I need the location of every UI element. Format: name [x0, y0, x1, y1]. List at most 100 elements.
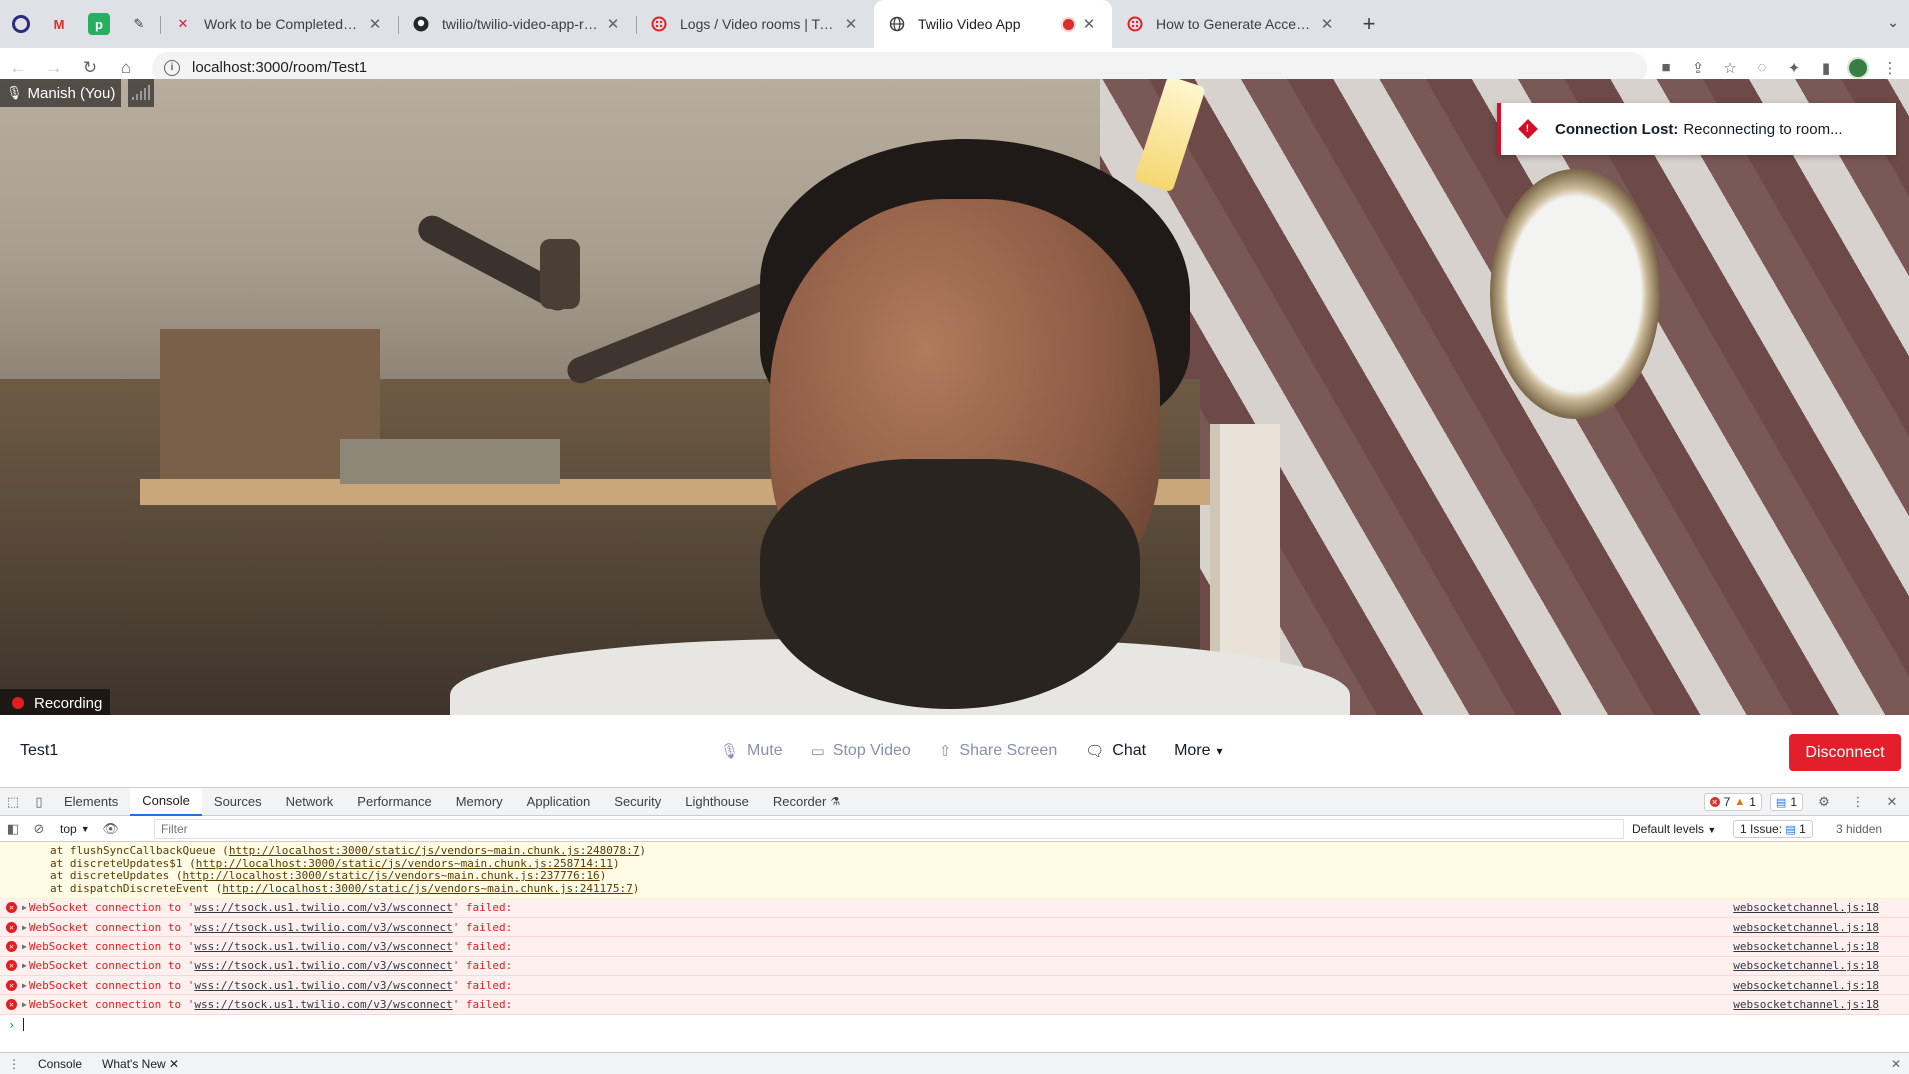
console-error-row[interactable]: ✕ ▶ WebSocket connection to ' wss://tsock.u…: [0, 956, 1909, 976]
console-error-row[interactable]: ✕ ▶ WebSocket connection to ' wss://tsock.u…: [0, 918, 1909, 938]
share-icon[interactable]: ⇪: [1687, 57, 1709, 79]
error-url[interactable]: wss://tsock.us1.twilio.com/v3/wsconnect: [194, 979, 452, 992]
video-camera-icon: ▭: [810, 743, 825, 760]
source-link[interactable]: websocketchannel.js:18: [1733, 921, 1879, 934]
close-icon[interactable]: ✕: [366, 15, 384, 33]
message-counter[interactable]: ▤ 1: [1769, 793, 1803, 811]
tab-security[interactable]: Security: [602, 788, 673, 816]
stack-link[interactable]: http://localhost:3000/static/js/vendors~…: [182, 869, 599, 883]
tab-search-chevron-icon[interactable]: ⌄: [1887, 14, 1899, 31]
error-suffix: ' failed:: [452, 920, 513, 934]
expand-triangle-icon[interactable]: ▶: [22, 923, 27, 932]
gmail-icon[interactable]: M: [48, 13, 70, 35]
tab-title: How to Generate Access Token: [1156, 16, 1312, 32]
profile-avatar[interactable]: [1847, 56, 1869, 79]
error-url[interactable]: wss://tsock.us1.twilio.com/v3/wsconnect: [194, 901, 452, 914]
close-icon[interactable]: ✕: [604, 15, 622, 33]
close-icon[interactable]: ✕: [169, 1057, 179, 1071]
inspect-element-icon[interactable]: ⬚: [0, 788, 26, 816]
expand-triangle-icon[interactable]: ▶: [22, 1000, 27, 1009]
stack-link[interactable]: http://localhost:3000/static/js/vendors~…: [229, 844, 640, 857]
tab-recorder[interactable]: Recorder ⚗: [761, 788, 852, 816]
sidebar-toggle-icon[interactable]: ◧: [0, 815, 26, 843]
browser-tab-active[interactable]: Twilio Video App ✕: [874, 0, 1112, 48]
live-expression-eye-icon[interactable]: 👁︎: [98, 815, 124, 843]
error-url[interactable]: wss://tsock.us1.twilio.com/v3/wsconnect: [194, 940, 452, 953]
console-error-row[interactable]: ✕ ▶ WebSocket connection to ' wss://tsock.u…: [0, 898, 1909, 919]
share-screen-button[interactable]: ⇧ Share Screen: [925, 742, 1071, 760]
site-info-icon[interactable]: i: [164, 59, 180, 76]
expand-triangle-icon[interactable]: ▶: [22, 903, 27, 912]
more-options-icon[interactable]: ⋮: [1845, 788, 1871, 816]
settings-gear-icon[interactable]: ⚙: [1811, 788, 1837, 816]
console-error-row[interactable]: ✕ ▶ WebSocket connection to ' wss://tsock.u…: [0, 995, 1909, 1015]
expand-triangle-icon[interactable]: ▶: [22, 942, 27, 951]
browser-tab[interactable]: twilio/twilio-video-app-react: A ✕: [398, 0, 636, 48]
p-app-icon[interactable]: p: [88, 13, 110, 35]
console-filter-input[interactable]: [154, 818, 1624, 839]
tab-elements[interactable]: Elements: [52, 788, 130, 816]
tab-application[interactable]: Application: [515, 788, 603, 816]
drawer-menu-icon[interactable]: ⋮: [0, 1057, 28, 1071]
close-drawer-icon[interactable]: ✕: [1891, 1057, 1901, 1071]
tab-network[interactable]: Network: [274, 788, 346, 816]
error-url[interactable]: wss://tsock.us1.twilio.com/v3/wsconnect: [194, 959, 452, 972]
issues-button[interactable]: 1 Issue: ▤ 1: [1733, 819, 1813, 838]
more-menu-button[interactable]: More ▾: [1160, 742, 1236, 760]
source-link[interactable]: websocketchannel.js:18: [1733, 940, 1879, 953]
console-error-row[interactable]: ✕ ▶ WebSocket connection to ' wss://tsock.u…: [0, 937, 1909, 957]
source-link[interactable]: websocketchannel.js:18: [1733, 959, 1879, 972]
stop-video-button[interactable]: ▭ Stop Video: [797, 742, 925, 760]
close-icon[interactable]: ✕: [842, 15, 860, 33]
error-suffix: ' failed:: [452, 940, 513, 954]
stack-frame: at dispatchDiscreteEvent (: [50, 882, 223, 896]
browser-tab[interactable]: Logs / Video rooms | Twilio ✕: [636, 0, 874, 48]
tab-lighthouse[interactable]: Lighthouse: [673, 788, 761, 816]
tab-performance[interactable]: Performance: [345, 788, 443, 816]
close-icon[interactable]: ✕: [1318, 15, 1336, 33]
drawer-tab-whats-new[interactable]: What's New ✕: [92, 1057, 189, 1071]
stack-link[interactable]: http://localhost:3000/static/js/vendors~…: [222, 882, 633, 895]
mute-button[interactable]: 🎙︎ Mute: [706, 742, 797, 760]
stack-link[interactable]: http://localhost:3000/static/js/vendors~…: [196, 857, 613, 870]
new-tab-button[interactable]: +: [1350, 0, 1388, 48]
opera-icon[interactable]: [12, 15, 30, 33]
side-panel-icon[interactable]: ▮: [1815, 57, 1837, 79]
context-selector[interactable]: top ▼: [52, 822, 98, 836]
chat-button[interactable]: 🗨︎ Chat: [1071, 742, 1160, 760]
browser-tab[interactable]: ✕ Work to be Completed during G ✕: [160, 0, 398, 48]
browser-tab[interactable]: How to Generate Access Token ✕: [1112, 0, 1350, 48]
browser-menu-icon[interactable]: ⋮: [1879, 57, 1901, 79]
source-link[interactable]: websocketchannel.js:18: [1733, 979, 1879, 992]
recorder-label: Recorder: [772, 794, 827, 809]
disconnect-button[interactable]: Disconnect: [1789, 734, 1901, 771]
bookmark-star-icon[interactable]: ☆: [1719, 57, 1741, 79]
close-devtools-icon[interactable]: ✕: [1879, 788, 1905, 816]
close-icon[interactable]: ✕: [1080, 15, 1098, 33]
camera-icon[interactable]: ■: [1655, 57, 1677, 79]
issues-label: 1 Issue:: [1740, 821, 1783, 836]
clear-console-icon[interactable]: ⊘: [26, 815, 52, 843]
expand-triangle-icon[interactable]: ▶: [22, 961, 27, 970]
drawer-tab-console[interactable]: Console: [28, 1057, 92, 1071]
extensions-puzzle-icon[interactable]: ✦: [1783, 57, 1805, 79]
stop-video-label: Stop Video: [832, 742, 911, 759]
extension-circle-icon[interactable]: ◌: [1751, 57, 1773, 79]
source-link[interactable]: websocketchannel.js:18: [1733, 901, 1879, 914]
error-url[interactable]: wss://tsock.us1.twilio.com/v3/wsconnect: [194, 921, 452, 934]
tab-sources[interactable]: Sources: [202, 788, 274, 816]
toast-title: Connection Lost:: [1555, 120, 1679, 138]
error-url[interactable]: wss://tsock.us1.twilio.com/v3/wsconnect: [194, 998, 452, 1011]
tab-memory[interactable]: Memory: [444, 788, 515, 816]
share-screen-label: Share Screen: [959, 742, 1058, 759]
context-label: top: [60, 821, 77, 836]
source-link[interactable]: websocketchannel.js:18: [1733, 998, 1879, 1011]
error-warning-counter[interactable]: ✕ 7 ▲ 1: [1703, 793, 1762, 811]
device-toolbar-icon[interactable]: ▯: [26, 788, 52, 816]
brush-icon[interactable]: ✎: [128, 13, 150, 35]
expand-triangle-icon[interactable]: ▶: [22, 981, 27, 990]
console-error-row[interactable]: ✕ ▶ WebSocket connection to ' wss://tsock.u…: [0, 976, 1909, 996]
console-prompt[interactable]: ›: [0, 1015, 1909, 1035]
log-levels-dropdown[interactable]: Default levels ▼: [1632, 822, 1716, 836]
tab-console[interactable]: Console: [130, 787, 202, 816]
